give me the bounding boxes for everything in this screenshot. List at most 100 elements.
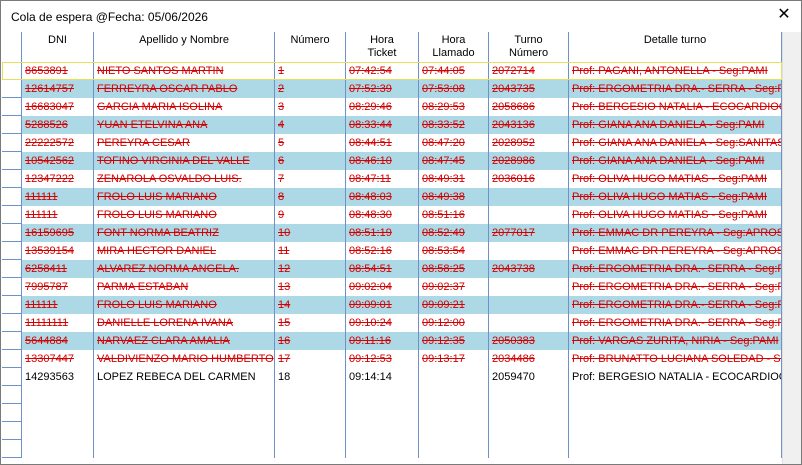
cell-detalle[interactable]: Prof: BRUNATTO LUCIANA SOLEDAD - Seg: [569, 350, 782, 368]
cell-numero[interactable]: 12: [275, 260, 346, 278]
cell-hora-ticket[interactable]: 07:42:54: [346, 62, 419, 80]
cell-hora-ticket[interactable]: 09:09:01: [346, 296, 419, 314]
cell-numero[interactable]: 7: [275, 170, 346, 188]
cell-hora-ticket[interactable]: 08:48:03: [346, 188, 419, 206]
cell-dni[interactable]: 16159695: [22, 224, 94, 242]
table-row[interactable]: 111111 FROLO LUIS MARIANO 9 08:48:30 08:51:1…: [2, 206, 782, 224]
cell-turno-numero[interactable]: 2077017: [489, 224, 569, 242]
cell-detalle[interactable]: Prof: ERGOMETRIA DRA.- SERRA - Seg:PAM: [569, 296, 782, 314]
cell-detalle[interactable]: Prof: OLIVA HUGO MATIAS - Seg:PAMI: [569, 188, 782, 206]
cell-turno-numero[interactable]: 2058686: [489, 98, 569, 116]
table-row[interactable]: 12614757 FERREYRA OSCAR PABLO 2 07:52:39 07:…: [2, 80, 782, 98]
cell-detalle[interactable]: Prof: ERGOMETRIA DRA.- SERRA - Seg:PAM: [569, 278, 782, 296]
cell-detalle[interactable]: Prof: BERGESIO NATALIA - ECOCARDIOGR: [569, 98, 782, 116]
cell-numero[interactable]: 11: [275, 242, 346, 260]
column-header-numero[interactable]: Número: [275, 32, 346, 62]
cell-hora-llamado[interactable]: 09:12:35: [419, 332, 489, 350]
cell-nombre[interactable]: FROLO LUIS MARIANO: [94, 188, 275, 206]
cell-numero[interactable]: 17: [275, 350, 346, 368]
cell-dni[interactable]: 16683047: [22, 98, 94, 116]
cell-hora-llamado[interactable]: 07:53:08: [419, 80, 489, 98]
cell-nombre[interactable]: FROLO LUIS MARIANO: [94, 296, 275, 314]
column-header-turno-numero[interactable]: Turno Número: [489, 32, 569, 62]
cell-hora-ticket[interactable]: 08:48:30: [346, 206, 419, 224]
cell-hora-ticket[interactable]: 08:29:46: [346, 98, 419, 116]
cell-nombre[interactable]: FROLO LUIS MARIANO: [94, 206, 275, 224]
cell-detalle[interactable]: Prof: ERGOMETRIA DRA.- SERRA - Seg:PAM: [569, 80, 782, 98]
cell-detalle[interactable]: Prof: GIANA ANA DANIELA - Seg:PAMI: [569, 152, 782, 170]
cell-hora-ticket[interactable]: 08:52:16: [346, 242, 419, 260]
cell-turno-numero[interactable]: 2043738: [489, 260, 569, 278]
cell-hora-llamado[interactable]: 08:47:45: [419, 152, 489, 170]
table-row[interactable]: 10542562 TOFINO VIRGINIA DEL VALLE 6 08:46:…: [2, 152, 782, 170]
column-header-hora-ticket[interactable]: Hora Ticket: [346, 32, 419, 62]
row-selector[interactable]: [2, 80, 22, 98]
table-row[interactable]: 16159695 FONT NORMA BEATRIZ 10 08:51:19 08:5…: [2, 224, 782, 242]
cell-dni[interactable]: 111111: [22, 188, 94, 206]
row-selector[interactable]: [2, 116, 22, 134]
cell-turno-numero[interactable]: [489, 296, 569, 314]
cell-dni[interactable]: 12347222: [22, 170, 94, 188]
cell-turno-numero[interactable]: [489, 188, 569, 206]
row-selector[interactable]: [2, 296, 22, 314]
cell-turno-numero[interactable]: 2036016: [489, 170, 569, 188]
cell-hora-llamado[interactable]: 08:29:53: [419, 98, 489, 116]
table-row[interactable]: 14293563 LOPEZ REBECA DEL CARMEN 18 09:14:1…: [2, 368, 782, 386]
cell-dni[interactable]: 22222572: [22, 134, 94, 152]
table-row[interactable]: 16683047 GARCIA MARIA ISOLINA 3 08:29:46 08:…: [2, 98, 782, 116]
cell-numero[interactable]: 9: [275, 206, 346, 224]
row-selector[interactable]: [2, 350, 22, 368]
cell-hora-llamado[interactable]: 09:13:17: [419, 350, 489, 368]
cell-turno-numero[interactable]: 2043136: [489, 116, 569, 134]
table-row[interactable]: 8653891 NIETO SANTOS MARTIN 1 07:42:54 07:44…: [2, 62, 782, 80]
cell-hora-ticket[interactable]: 08:47:11: [346, 170, 419, 188]
cell-hora-ticket[interactable]: 08:44:51: [346, 134, 419, 152]
cell-dni[interactable]: 14293563: [22, 368, 94, 386]
cell-numero[interactable]: 5: [275, 134, 346, 152]
cell-nombre[interactable]: NIETO SANTOS MARTIN: [94, 62, 275, 80]
cell-detalle[interactable]: Prof: EMMAC DR PEREYRA - Seg:APROSS: [569, 224, 782, 242]
cell-detalle[interactable]: Prof: OLIVA HUGO MATIAS - Seg:PAMI: [569, 170, 782, 188]
cell-nombre[interactable]: FERREYRA OSCAR PABLO: [94, 80, 275, 98]
cell-dni[interactable]: 12614757: [22, 80, 94, 98]
row-selector[interactable]: [2, 98, 22, 116]
cell-hora-llamado[interactable]: 09:02:37: [419, 278, 489, 296]
cell-nombre[interactable]: DANIELLE LORENA IVANA: [94, 314, 275, 332]
cell-detalle[interactable]: Prof: GIANA ANA DANIELA - Seg:SANITAS: [569, 134, 782, 152]
table-row[interactable]: 7995787 PARMA ESTABAN 13 09:02:04 09:02:37 Pr…: [2, 278, 782, 296]
cell-hora-ticket[interactable]: 08:46:10: [346, 152, 419, 170]
cell-nombre[interactable]: YUAN ETELVINA ANA: [94, 116, 275, 134]
row-selector[interactable]: [2, 260, 22, 278]
cell-dni[interactable]: 5644884: [22, 332, 94, 350]
cell-hora-llamado[interactable]: 08:47:20: [419, 134, 489, 152]
cell-detalle[interactable]: Prof: GIANA ANA DANIELA - Seg:PAMI: [569, 116, 782, 134]
column-header-detalle[interactable]: Detalle turno: [569, 32, 782, 62]
cell-detalle[interactable]: Prof: ERGOMETRIA DRA.- SERRA - Seg:PAM: [569, 260, 782, 278]
cell-numero[interactable]: 3: [275, 98, 346, 116]
cell-numero[interactable]: 13: [275, 278, 346, 296]
cell-dni[interactable]: 111111: [22, 296, 94, 314]
table-row[interactable]: 111111 FROLO LUIS MARIANO 14 09:09:01 09:09:…: [2, 296, 782, 314]
cell-dni[interactable]: 6258411: [22, 260, 94, 278]
cell-nombre[interactable]: VALDIVIENZO MARIO HUMBERTO: [94, 350, 275, 368]
cell-hora-llamado[interactable]: 08:49:38: [419, 188, 489, 206]
row-selector[interactable]: [2, 206, 22, 224]
cell-dni[interactable]: 5288526: [22, 116, 94, 134]
row-selector[interactable]: [2, 224, 22, 242]
cell-nombre[interactable]: TOFINO VIRGINIA DEL VALLE: [94, 152, 275, 170]
row-selector[interactable]: [2, 188, 22, 206]
vertical-scrollbar[interactable]: [782, 32, 801, 464]
cell-nombre[interactable]: ZENAROLA OSVALDO LUIS.: [94, 170, 275, 188]
table-row[interactable]: 13539154 MIRA HECTOR DANIEL 11 08:52:16 08:5…: [2, 242, 782, 260]
cell-hora-llamado[interactable]: 08:51:16: [419, 206, 489, 224]
cell-hora-ticket[interactable]: 07:52:39: [346, 80, 419, 98]
cell-turno-numero[interactable]: 2043735: [489, 80, 569, 98]
cell-dni[interactable]: 10542562: [22, 152, 94, 170]
column-header-hora-llamado[interactable]: Hora Llamado: [419, 32, 489, 62]
row-selector[interactable]: [2, 314, 22, 332]
row-selector[interactable]: [2, 332, 22, 350]
cell-nombre[interactable]: LOPEZ REBECA DEL CARMEN: [94, 368, 275, 386]
cell-detalle[interactable]: Prof: EMMAC DR PEREYRA - Seg:APROSS: [569, 242, 782, 260]
row-selector[interactable]: [2, 170, 22, 188]
close-icon[interactable]: ✕: [775, 6, 793, 24]
